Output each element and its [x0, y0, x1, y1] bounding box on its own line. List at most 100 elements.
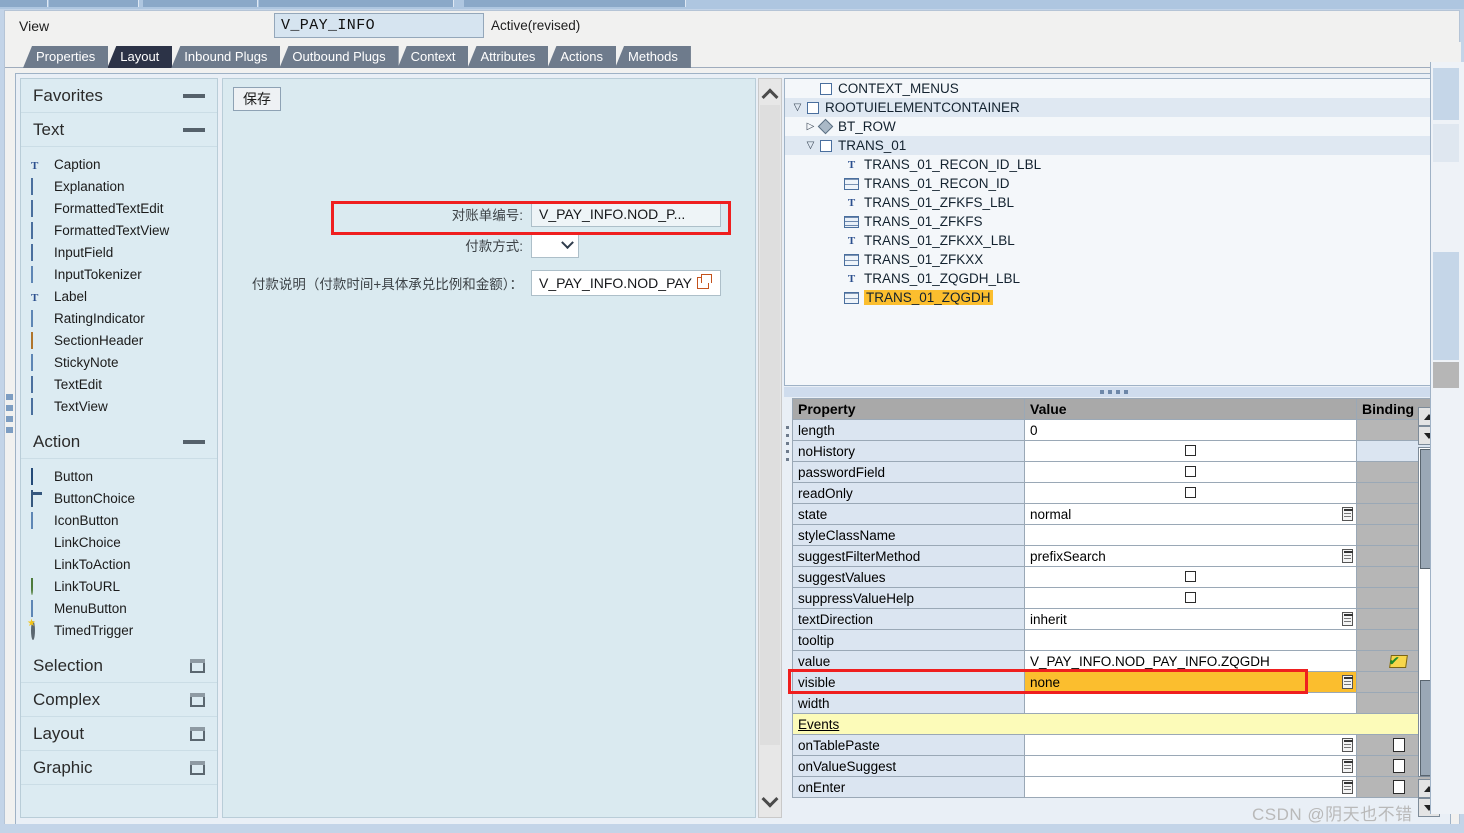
- palette-item-menubutton[interactable]: MenuButton: [31, 597, 217, 619]
- property-row[interactable]: readOnly: [792, 482, 1441, 504]
- event-row[interactable]: onTablePaste: [792, 734, 1441, 756]
- palette-item-timedtrigger[interactable]: TimedTrigger: [31, 619, 217, 641]
- value-help-icon[interactable]: [1342, 759, 1353, 773]
- value-help-icon[interactable]: [1342, 507, 1353, 521]
- property-value-cell[interactable]: 0: [1024, 419, 1357, 441]
- expand-box-icon[interactable]: [190, 658, 205, 673]
- expand-box-icon[interactable]: [190, 760, 205, 775]
- event-value-cell[interactable]: [1024, 776, 1357, 798]
- checkbox-unchecked-icon[interactable]: [1184, 487, 1196, 498]
- event-value-cell[interactable]: [1024, 755, 1357, 777]
- property-row[interactable]: suggestFilterMethod prefixSearch: [792, 545, 1441, 567]
- scrollbar-thumb[interactable]: [760, 105, 780, 745]
- property-row[interactable]: textDirection inherit: [792, 608, 1441, 630]
- property-row[interactable]: state normal: [792, 503, 1441, 525]
- properties-splitter-handle[interactable]: [784, 426, 791, 466]
- property-value-cell[interactable]: [1024, 587, 1357, 609]
- palette-item-linktourl[interactable]: LinkToURL: [31, 575, 217, 597]
- palette-item-textedit[interactable]: TextEdit: [31, 373, 217, 395]
- left-splitter-handle[interactable]: [6, 394, 14, 504]
- tree-node[interactable]: T TRANS_01_ZFKFS_LBL: [785, 193, 1443, 212]
- canvas-vertical-scrollbar[interactable]: [758, 78, 782, 818]
- palette-group-action[interactable]: Action: [21, 425, 217, 459]
- event-row[interactable]: onEnter: [792, 776, 1441, 798]
- tab-inbound-plugs[interactable]: Inbound Plugs: [171, 46, 281, 68]
- value-help-icon[interactable]: [1342, 612, 1353, 626]
- tree-node[interactable]: TRANS_01_ZFKXX: [785, 250, 1443, 269]
- column-header-property[interactable]: Property: [792, 398, 1025, 420]
- palette-group-selection[interactable]: Selection: [21, 649, 217, 683]
- save-button[interactable]: 保存: [233, 87, 281, 111]
- checkbox-unchecked-icon[interactable]: [1184, 592, 1196, 603]
- checkbox-unchecked-icon[interactable]: [1184, 571, 1196, 582]
- property-value-cell[interactable]: [1024, 461, 1357, 483]
- collapse-dash-icon[interactable]: [183, 439, 205, 444]
- value-help-icon[interactable]: [1342, 675, 1353, 689]
- tab-attributes[interactable]: Attributes: [467, 46, 549, 68]
- value-help-icon[interactable]: [1342, 549, 1353, 563]
- twisty-expanded-icon[interactable]: ▽: [804, 136, 817, 155]
- property-value-cell[interactable]: [1024, 524, 1357, 546]
- scroll-up-button[interactable]: [759, 81, 781, 107]
- tree-node[interactable]: ▷ BT_ROW: [785, 117, 1443, 136]
- twisty-collapsed-icon[interactable]: ▷: [804, 117, 817, 136]
- tree-node[interactable]: T TRANS_01_ZQGDH_LBL: [785, 269, 1443, 288]
- property-row[interactable]: width: [792, 692, 1441, 714]
- tab-layout[interactable]: Layout: [107, 46, 173, 68]
- palette-item-sectionheader[interactable]: SectionHeader: [31, 329, 217, 351]
- expand-box-icon[interactable]: [190, 726, 205, 741]
- palette-item-stickynote[interactable]: StickyNote: [31, 351, 217, 373]
- palette-group-layout[interactable]: Layout: [21, 717, 217, 751]
- tab-actions[interactable]: Actions: [547, 46, 617, 68]
- palette-item-formattedtextview[interactable]: FormattedTextView: [31, 219, 217, 241]
- collapse-dash-icon[interactable]: [183, 93, 205, 98]
- palette-group-text[interactable]: Text: [21, 113, 217, 147]
- object-name-input[interactable]: V_PAY_INFO: [274, 13, 484, 38]
- palette-item-formattedtextedit[interactable]: FormattedTextEdit: [31, 197, 217, 219]
- property-value-cell[interactable]: [1024, 440, 1357, 462]
- palette-item-button[interactable]: Button: [31, 465, 217, 487]
- property-row[interactable]: tooltip: [792, 629, 1441, 651]
- property-row[interactable]: passwordField: [792, 461, 1441, 483]
- palette-group-favorites[interactable]: Favorites: [21, 79, 217, 113]
- tree-node[interactable]: TRANS_01_ZFKFS: [785, 212, 1443, 231]
- palette-item-iconbutton[interactable]: IconButton: [31, 509, 217, 531]
- property-value-cell[interactable]: [1024, 566, 1357, 588]
- palette-item-buttonchoice[interactable]: ButtonChoice: [31, 487, 217, 509]
- property-row[interactable]: suppressValueHelp: [792, 587, 1441, 609]
- palette-group-complex[interactable]: Complex: [21, 683, 217, 717]
- property-value-cell[interactable]: [1024, 629, 1357, 651]
- value-help-icon[interactable]: [1342, 738, 1353, 752]
- tree-node[interactable]: TRANS_01_ZQGDH: [785, 288, 1443, 307]
- property-value-cell[interactable]: [1024, 692, 1357, 714]
- tab-methods[interactable]: Methods: [615, 46, 691, 68]
- tree-node[interactable]: ▽ ROOTUIELEMENTCONTAINER: [785, 98, 1443, 117]
- property-value-cell[interactable]: inherit: [1024, 608, 1357, 630]
- tree-node[interactable]: T TRANS_01_RECON_ID_LBL: [785, 155, 1443, 174]
- scroll-down-button[interactable]: [759, 789, 781, 815]
- palette-item-label[interactable]: T Label: [31, 285, 217, 307]
- column-header-value[interactable]: Value: [1024, 398, 1357, 420]
- palette-item-explanation[interactable]: Explanation: [31, 175, 217, 197]
- tab-outbound-plugs[interactable]: Outbound Plugs: [279, 46, 399, 68]
- event-row[interactable]: onValueSuggest: [792, 755, 1441, 777]
- checkbox-unchecked-icon[interactable]: [1184, 445, 1196, 456]
- tree-node[interactable]: ▽ TRANS_01: [785, 136, 1443, 155]
- value-help-icon[interactable]: [697, 274, 713, 289]
- palette-item-inputtokenizer[interactable]: InputTokenizer: [31, 263, 217, 285]
- event-value-cell[interactable]: [1024, 734, 1357, 756]
- field-dropdown-payment-method[interactable]: [531, 232, 579, 258]
- tab-properties[interactable]: Properties: [23, 46, 109, 68]
- palette-item-caption[interactable]: T Caption: [31, 153, 217, 175]
- palette-item-ratingindicator[interactable]: RatingIndicator: [31, 307, 217, 329]
- property-row[interactable]: styleClassName: [792, 524, 1441, 546]
- tree-node[interactable]: T TRANS_01_ZFKXX_LBL: [785, 231, 1443, 250]
- property-row[interactable]: noHistory: [792, 440, 1441, 462]
- twisty-expanded-icon[interactable]: ▽: [791, 98, 804, 117]
- property-value-cell[interactable]: [1024, 482, 1357, 504]
- property-row[interactable]: suggestValues: [792, 566, 1441, 588]
- tree-properties-splitter[interactable]: [784, 387, 1444, 397]
- tab-context[interactable]: Context: [397, 46, 469, 68]
- checkbox-unchecked-icon[interactable]: [1184, 466, 1196, 477]
- property-value-cell[interactable]: prefixSearch: [1024, 545, 1357, 567]
